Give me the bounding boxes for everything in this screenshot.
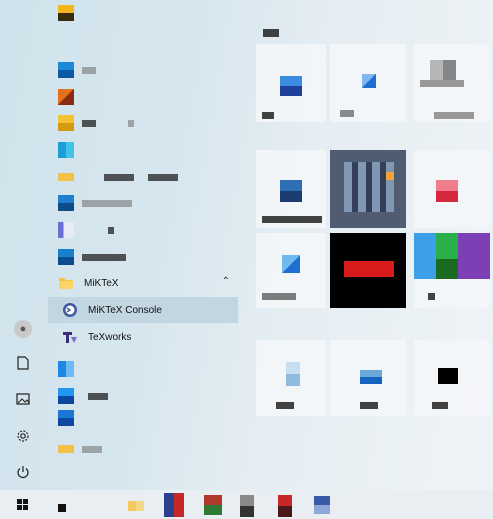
list-item[interactable] [48, 0, 238, 26]
file-explorer-icon[interactable] [128, 501, 144, 511]
tile[interactable] [414, 233, 490, 308]
tile[interactable] [256, 150, 326, 228]
user-account-button[interactable]: ● [10, 316, 36, 342]
tile[interactable] [330, 340, 406, 416]
app-icon [58, 89, 74, 105]
taskbar-app-icon[interactable] [164, 493, 184, 517]
taskbar-app-icon[interactable] [314, 496, 330, 514]
miktex-folder[interactable]: MiKTeX ⌃ [48, 270, 238, 296]
start-menu: ● MiKTeX ⌃ MiKTeX Console TeXworks [0, 0, 493, 490]
list-item[interactable] [48, 190, 238, 216]
tile[interactable] [414, 340, 490, 416]
folder-icon [59, 278, 73, 289]
documents-icon [17, 356, 29, 370]
user-avatar: ● [14, 320, 32, 338]
search-icon[interactable] [58, 504, 66, 512]
tile[interactable] [414, 150, 490, 228]
settings-icon [17, 430, 29, 442]
taskbar-app-icon[interactable] [278, 495, 292, 517]
chevron-up-icon[interactable]: ⌃ [222, 276, 230, 287]
tile[interactable] [256, 233, 326, 308]
power-icon [17, 466, 29, 479]
miktex-console-item[interactable]: MiKTeX Console [48, 297, 238, 323]
tile[interactable] [414, 44, 490, 122]
texworks-label: TeXworks [88, 331, 132, 343]
taskbar [0, 490, 493, 519]
app-icon [58, 142, 74, 158]
app-icon [58, 361, 74, 377]
app-list: MiKTeX ⌃ MiKTeX Console TeXworks [48, 0, 238, 490]
app-icon [58, 445, 74, 453]
app-icon [58, 62, 74, 78]
list-item[interactable] [48, 164, 238, 190]
list-item[interactable] [48, 137, 238, 163]
pictures-button[interactable] [10, 386, 36, 412]
texworks-item[interactable]: TeXworks [48, 324, 238, 350]
list-item[interactable] [48, 356, 238, 382]
tile-group-title [263, 29, 279, 37]
app-icon [58, 195, 74, 211]
list-item[interactable] [48, 405, 238, 431]
miktex-console-icon [63, 303, 77, 317]
tile[interactable] [330, 150, 406, 228]
tile[interactable] [330, 44, 406, 122]
taskbar-app-icon[interactable] [204, 495, 222, 515]
start-left-rail: ● [0, 0, 46, 490]
app-icon [58, 410, 74, 426]
app-icon [58, 115, 74, 131]
power-button[interactable] [10, 459, 36, 485]
app-icon [58, 222, 74, 238]
app-icon [58, 249, 74, 265]
list-item[interactable] [48, 244, 238, 270]
app-icon [58, 173, 74, 181]
list-item[interactable] [48, 110, 238, 136]
tile[interactable] [330, 233, 406, 308]
miktex-console-label: MiKTeX Console [88, 304, 162, 316]
tile[interactable] [256, 44, 326, 122]
documents-button[interactable] [10, 350, 36, 376]
taskbar-app-icon[interactable] [240, 495, 254, 517]
list-item[interactable] [48, 57, 238, 83]
app-icon [58, 388, 74, 404]
list-item[interactable] [48, 436, 238, 462]
app-icon [58, 5, 74, 21]
tile[interactable] [256, 340, 326, 416]
list-item[interactable] [48, 217, 238, 243]
list-item[interactable] [48, 84, 238, 110]
pictures-icon [16, 393, 30, 405]
folder-label: MiKTeX [84, 277, 119, 289]
texworks-icon [63, 332, 77, 343]
windows-logo-icon[interactable] [17, 499, 29, 511]
settings-button[interactable] [10, 423, 36, 449]
